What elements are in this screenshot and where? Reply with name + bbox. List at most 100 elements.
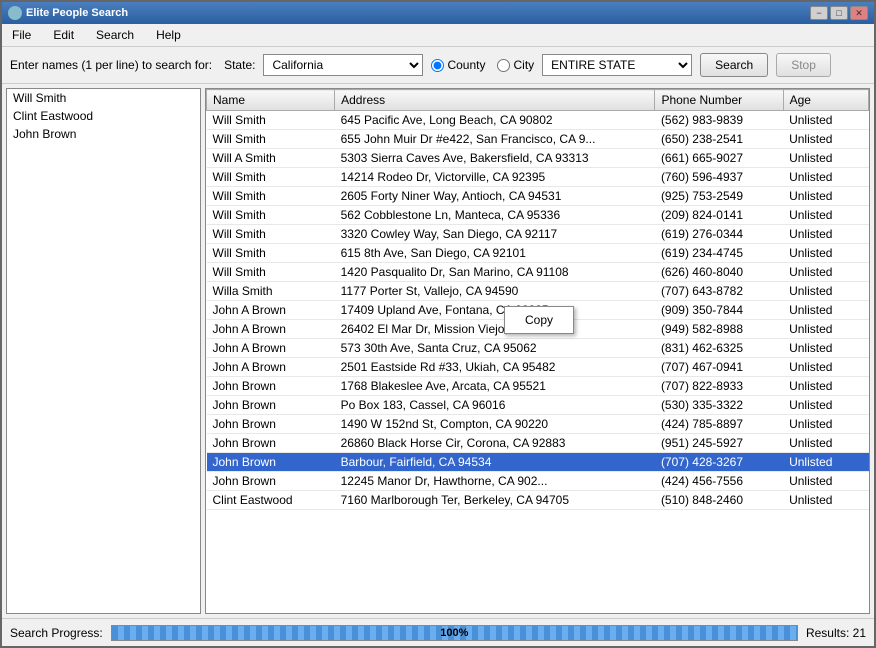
table-row[interactable]: Will Smith 615 8th Ave, San Diego, CA 92… xyxy=(207,244,869,263)
results-panel[interactable]: Name Address Phone Number Age Will Smith… xyxy=(205,88,870,614)
cell-address: 2605 Forty Niner Way, Antioch, CA 94531 xyxy=(335,187,655,206)
city-radio-label[interactable]: City xyxy=(497,58,534,72)
cell-name: John Brown xyxy=(207,453,335,472)
cell-age: Unlisted xyxy=(783,206,868,225)
cell-age: Unlisted xyxy=(783,339,868,358)
cell-address: Po Box 183, Cassel, CA 96016 xyxy=(335,396,655,415)
cell-phone: (650) 238-2541 xyxy=(655,130,783,149)
cell-age: Unlisted xyxy=(783,415,868,434)
minimize-button[interactable]: − xyxy=(810,6,828,20)
table-row[interactable]: John Brown 12245 Manor Dr, Hawthorne, CA… xyxy=(207,472,869,491)
table-row[interactable]: John Brown 1490 W 152nd St, Compton, CA … xyxy=(207,415,869,434)
cell-age: Unlisted xyxy=(783,244,868,263)
table-row[interactable]: Will Smith 1420 Pasqualito Dr, San Marin… xyxy=(207,263,869,282)
menu-bar: File Edit Search Help xyxy=(2,24,874,47)
cell-phone: (619) 234-4745 xyxy=(655,244,783,263)
table-row[interactable]: Clint Eastwood 7160 Marlborough Ter, Ber… xyxy=(207,491,869,510)
cell-phone: (707) 467-0941 xyxy=(655,358,783,377)
maximize-button[interactable]: □ xyxy=(830,6,848,20)
cell-age: Unlisted xyxy=(783,149,868,168)
table-row[interactable]: John A Brown 2501 Eastside Rd #33, Ukiah… xyxy=(207,358,869,377)
menu-edit[interactable]: Edit xyxy=(47,26,80,44)
names-panel[interactable]: Will Smith Clint Eastwood John Brown xyxy=(6,88,201,614)
table-row[interactable]: Will Smith 14214 Rodeo Dr, Victorville, … xyxy=(207,168,869,187)
menu-help[interactable]: Help xyxy=(150,26,187,44)
table-row[interactable]: Will Smith 645 Pacific Ave, Long Beach, … xyxy=(207,111,869,130)
cell-age: Unlisted xyxy=(783,377,868,396)
table-row[interactable]: Will Smith 655 John Muir Dr #e422, San F… xyxy=(207,130,869,149)
county-radio-label[interactable]: County xyxy=(431,58,485,72)
cell-name: Will Smith xyxy=(207,244,335,263)
cell-phone: (951) 245-5927 xyxy=(655,434,783,453)
cell-address: 1768 Blakeslee Ave, Arcata, CA 95521 xyxy=(335,377,655,396)
cell-phone: (530) 335-3322 xyxy=(655,396,783,415)
cell-age: Unlisted xyxy=(783,358,868,377)
cell-age: Unlisted xyxy=(783,187,868,206)
table-row[interactable]: John Brown 1768 Blakeslee Ave, Arcata, C… xyxy=(207,377,869,396)
cell-address: 1490 W 152nd St, Compton, CA 90220 xyxy=(335,415,655,434)
name-item-0[interactable]: Will Smith xyxy=(7,89,200,107)
cell-phone: (707) 643-8782 xyxy=(655,282,783,301)
cell-name: John Brown xyxy=(207,377,335,396)
cell-address: 2501 Eastside Rd #33, Ukiah, CA 95482 xyxy=(335,358,655,377)
title-bar-left: Elite People Search xyxy=(8,6,128,20)
cell-address: 3320 Cowley Way, San Diego, CA 92117 xyxy=(335,225,655,244)
county-radio[interactable] xyxy=(431,59,444,72)
scope-radio-group: County City xyxy=(431,58,534,72)
close-button[interactable]: ✕ xyxy=(850,6,868,20)
cell-address: 655 John Muir Dr #e422, San Francisco, C… xyxy=(335,130,655,149)
table-row[interactable]: Will Smith 562 Cobblestone Ln, Manteca, … xyxy=(207,206,869,225)
cell-phone: (626) 460-8040 xyxy=(655,263,783,282)
cell-phone: (424) 785-8897 xyxy=(655,415,783,434)
results-count: Results: 21 xyxy=(806,626,866,640)
table-row[interactable]: John Brown 26860 Black Horse Cir, Corona… xyxy=(207,434,869,453)
cell-address: 1177 Porter St, Vallejo, CA 94590 xyxy=(335,282,655,301)
col-header-address: Address xyxy=(335,90,655,111)
search-button[interactable]: Search xyxy=(700,53,768,77)
table-row[interactable]: Will A Smith 5303 Sierra Caves Ave, Bake… xyxy=(207,149,869,168)
county-select[interactable]: ENTIRE STATE xyxy=(542,54,692,76)
cell-address: 7160 Marlborough Ter, Berkeley, CA 94705 xyxy=(335,491,655,510)
cell-name: Will Smith xyxy=(207,225,335,244)
stop-button[interactable]: Stop xyxy=(776,53,831,77)
cell-name: John Brown xyxy=(207,415,335,434)
main-window: Elite People Search − □ ✕ File Edit Sear… xyxy=(0,0,876,648)
cell-name: John Brown xyxy=(207,472,335,491)
toolbar: Enter names (1 per line) to search for: … xyxy=(2,47,874,84)
state-select[interactable]: California xyxy=(263,54,423,76)
city-radio[interactable] xyxy=(497,59,510,72)
table-row[interactable]: John A Brown 573 30th Ave, Santa Cruz, C… xyxy=(207,339,869,358)
table-row[interactable]: Will Smith 3320 Cowley Way, San Diego, C… xyxy=(207,225,869,244)
cell-name: John Brown xyxy=(207,396,335,415)
context-menu-copy[interactable]: Copy xyxy=(505,309,573,331)
menu-search[interactable]: Search xyxy=(90,26,140,44)
cell-age: Unlisted xyxy=(783,301,868,320)
cell-phone: (760) 596-4937 xyxy=(655,168,783,187)
cell-name: Will A Smith xyxy=(207,149,335,168)
table-row[interactable]: Willa Smith 1177 Porter St, Vallejo, CA … xyxy=(207,282,869,301)
table-row[interactable]: John Brown Barbour, Fairfield, CA 94534 … xyxy=(207,453,869,472)
cell-name: Will Smith xyxy=(207,111,335,130)
cell-phone: (949) 582-8988 xyxy=(655,320,783,339)
cell-name: John A Brown xyxy=(207,339,335,358)
cell-age: Unlisted xyxy=(783,225,868,244)
name-item-2[interactable]: John Brown xyxy=(7,125,200,143)
cell-age: Unlisted xyxy=(783,453,868,472)
cell-phone: (707) 822-8933 xyxy=(655,377,783,396)
title-bar: Elite People Search − □ ✕ xyxy=(2,2,874,24)
table-row[interactable]: Will Smith 2605 Forty Niner Way, Antioch… xyxy=(207,187,869,206)
table-row[interactable]: John Brown Po Box 183, Cassel, CA 96016 … xyxy=(207,396,869,415)
col-header-age: Age xyxy=(783,90,868,111)
cell-name: John A Brown xyxy=(207,301,335,320)
cell-phone: (909) 350-7844 xyxy=(655,301,783,320)
cell-phone: (209) 824-0141 xyxy=(655,206,783,225)
menu-file[interactable]: File xyxy=(6,26,37,44)
cell-address: 1420 Pasqualito Dr, San Marino, CA 91108 xyxy=(335,263,655,282)
name-item-1[interactable]: Clint Eastwood xyxy=(7,107,200,125)
cell-age: Unlisted xyxy=(783,168,868,187)
cell-age: Unlisted xyxy=(783,111,868,130)
cell-address: Barbour, Fairfield, CA 94534 xyxy=(335,453,655,472)
cell-name: Will Smith xyxy=(207,187,335,206)
cell-age: Unlisted xyxy=(783,396,868,415)
cell-name: Will Smith xyxy=(207,263,335,282)
